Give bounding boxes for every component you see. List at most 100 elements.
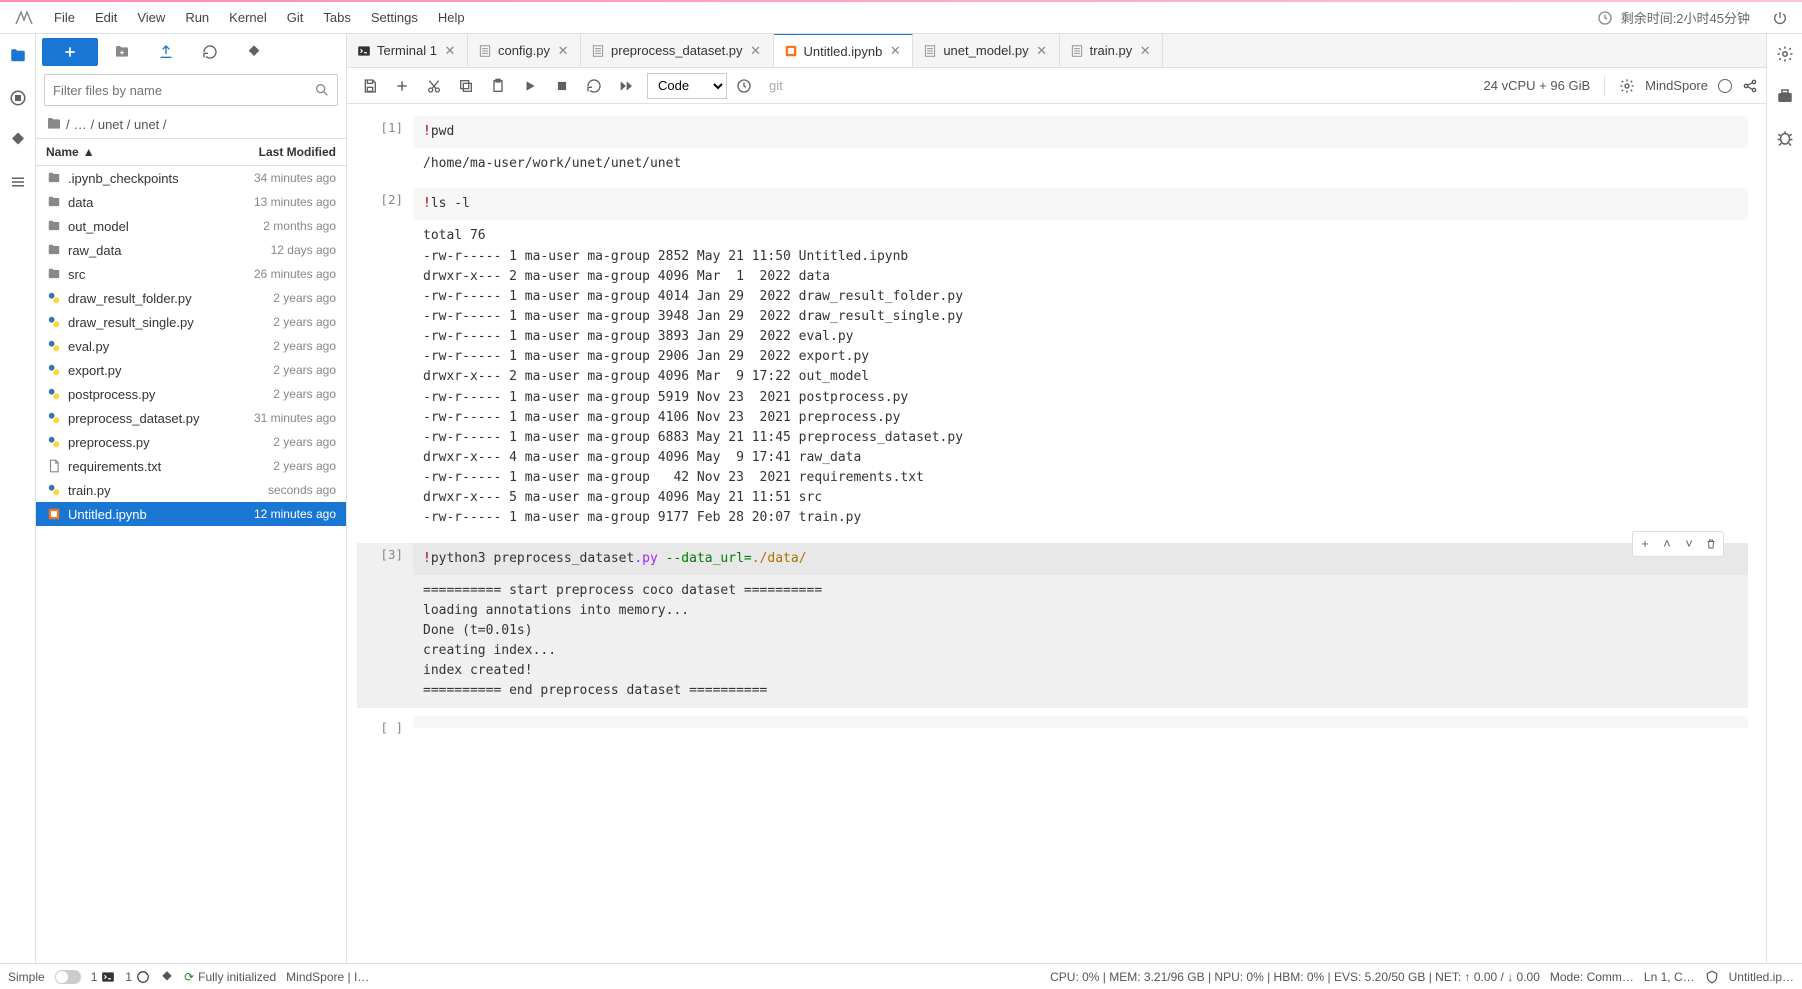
notebook-content: [1]!pwd/home/ma-user/work/unet/unet/unet…	[347, 104, 1766, 963]
cell-input[interactable]: !pwd	[413, 116, 1748, 148]
menu-run[interactable]: Run	[175, 6, 219, 29]
tab[interactable]: config.py ✕	[468, 34, 581, 67]
cell-type-select[interactable]: Code	[647, 73, 727, 99]
git-clone-button[interactable]	[234, 38, 274, 66]
copy-icon[interactable]	[451, 72, 481, 100]
py-icon	[591, 44, 605, 58]
fast-forward-icon[interactable]	[611, 72, 641, 100]
file-name: data	[68, 195, 216, 210]
close-icon[interactable]: ✕	[749, 44, 763, 58]
file-row[interactable]: Untitled.ipynb12 minutes ago	[36, 502, 346, 526]
paste-icon[interactable]	[483, 72, 513, 100]
move-down-icon[interactable]: ˅	[1679, 534, 1699, 554]
menu-file[interactable]: File	[44, 6, 85, 29]
gear-icon[interactable]	[1775, 44, 1795, 64]
tab[interactable]: unet_model.py✕	[913, 34, 1059, 67]
cell-prompt: [3]	[357, 543, 413, 708]
file-modified: 2 years ago	[216, 315, 336, 329]
cell-input[interactable]	[413, 716, 1748, 728]
file-row[interactable]: data13 minutes ago	[36, 190, 346, 214]
run-icon[interactable]	[515, 72, 545, 100]
file-row[interactable]: preprocess_dataset.py31 minutes ago	[36, 406, 346, 430]
menu-tabs[interactable]: Tabs	[313, 6, 360, 29]
py-icon	[46, 338, 62, 354]
file-modified: 2 years ago	[216, 387, 336, 401]
file-row[interactable]: raw_data12 days ago	[36, 238, 346, 262]
restart-icon[interactable]	[579, 72, 609, 100]
file-modified: seconds ago	[216, 483, 336, 497]
clock-icon[interactable]	[729, 72, 759, 100]
list-icon[interactable]	[8, 172, 28, 192]
new-launcher-button[interactable]	[42, 38, 98, 66]
file-row[interactable]: postprocess.py2 years ago	[36, 382, 346, 406]
file-row[interactable]: requirements.txt2 years ago	[36, 454, 346, 478]
git-branch-icon[interactable]	[8, 130, 28, 150]
kernel-settings-icon[interactable]	[1619, 78, 1635, 94]
file-row[interactable]: train.pyseconds ago	[36, 478, 346, 502]
cell-input[interactable]: !python3 preprocess_dataset.py --data_ur…	[413, 543, 1748, 575]
notebook-cell[interactable]: + ˄ ˅ [3]!python3 preprocess_dataset.py …	[357, 543, 1748, 708]
notebook-cell[interactable]: [2]!ls -ltotal 76 -rw-r----- 1 ma-user m…	[357, 188, 1748, 534]
menu-kernel[interactable]: Kernel	[219, 6, 277, 29]
stop-circle-icon[interactable]	[8, 88, 28, 108]
add-above-icon[interactable]: +	[1635, 534, 1655, 554]
notebook-cell[interactable]: [1]!pwd/home/ma-user/work/unet/unet/unet	[357, 116, 1748, 180]
tab-label: config.py	[498, 43, 550, 58]
clock-icon	[1597, 10, 1613, 26]
close-icon[interactable]: ✕	[556, 44, 570, 58]
file-row[interactable]: src26 minutes ago	[36, 262, 346, 286]
bug-icon[interactable]	[1775, 128, 1795, 148]
app-logo-icon	[12, 6, 36, 30]
cell-output: ========== start preprocess coco dataset…	[413, 575, 1748, 708]
folder-icon[interactable]	[8, 46, 28, 66]
file-filter-input[interactable]	[44, 74, 338, 106]
tab[interactable]: Untitled.ipynb✕	[774, 34, 914, 67]
file-row[interactable]: preprocess.py2 years ago	[36, 430, 346, 454]
file-row[interactable]: out_model2 months ago	[36, 214, 346, 238]
menu-view[interactable]: View	[127, 6, 175, 29]
stop-icon[interactable]	[547, 72, 577, 100]
trusted-icon	[1705, 970, 1719, 984]
simple-mode-toggle[interactable]	[55, 970, 81, 984]
file-name: preprocess.py	[68, 435, 216, 450]
file-name: postprocess.py	[68, 387, 216, 402]
upload-button[interactable]	[146, 38, 186, 66]
file-row[interactable]: draw_result_single.py2 years ago	[36, 310, 346, 334]
menu-edit[interactable]: Edit	[85, 6, 127, 29]
cut-icon[interactable]	[419, 72, 449, 100]
kernel-name[interactable]: MindSpore	[1645, 78, 1708, 93]
file-row[interactable]: draw_result_folder.py2 years ago	[36, 286, 346, 310]
git-diamond-icon[interactable]	[160, 970, 174, 984]
tab[interactable]: preprocess_dataset.py✕	[581, 34, 774, 67]
toolbox-icon[interactable]	[1775, 86, 1795, 106]
power-icon[interactable]	[1772, 10, 1788, 26]
terminal-icon	[357, 44, 371, 58]
menu-git[interactable]: Git	[277, 6, 314, 29]
close-icon[interactable]: ✕	[888, 44, 902, 58]
menu-help[interactable]: Help	[428, 6, 475, 29]
breadcrumb[interactable]: / … / unet / unet /	[36, 110, 346, 138]
tab[interactable]: train.py✕	[1060, 34, 1164, 67]
menu-settings[interactable]: Settings	[361, 6, 428, 29]
add-cell-icon[interactable]	[387, 72, 417, 100]
notebook-cell[interactable]: [ ]	[357, 716, 1748, 735]
delete-cell-icon[interactable]	[1701, 534, 1721, 554]
tab[interactable]: Terminal 1✕	[347, 34, 468, 67]
kernel-status-icon	[1718, 79, 1732, 93]
cell-input[interactable]: !ls -l	[413, 188, 1748, 220]
terminal-count[interactable]: 1	[91, 970, 116, 984]
file-name: draw_result_single.py	[68, 315, 216, 330]
file-row[interactable]: export.py2 years ago	[36, 358, 346, 382]
close-icon[interactable]: ✕	[1138, 44, 1152, 58]
file-row[interactable]: .ipynb_checkpoints34 minutes ago	[36, 166, 346, 190]
share-icon[interactable]	[1742, 78, 1758, 94]
new-folder-button[interactable]	[102, 38, 142, 66]
save-icon[interactable]	[355, 72, 385, 100]
kernel-count[interactable]: 1	[125, 970, 150, 984]
file-name: raw_data	[68, 243, 216, 258]
refresh-button[interactable]	[190, 38, 230, 66]
close-icon[interactable]: ✕	[443, 44, 457, 58]
close-icon[interactable]: ✕	[1035, 44, 1049, 58]
file-row[interactable]: eval.py2 years ago	[36, 334, 346, 358]
move-up-icon[interactable]: ˄	[1657, 534, 1677, 554]
